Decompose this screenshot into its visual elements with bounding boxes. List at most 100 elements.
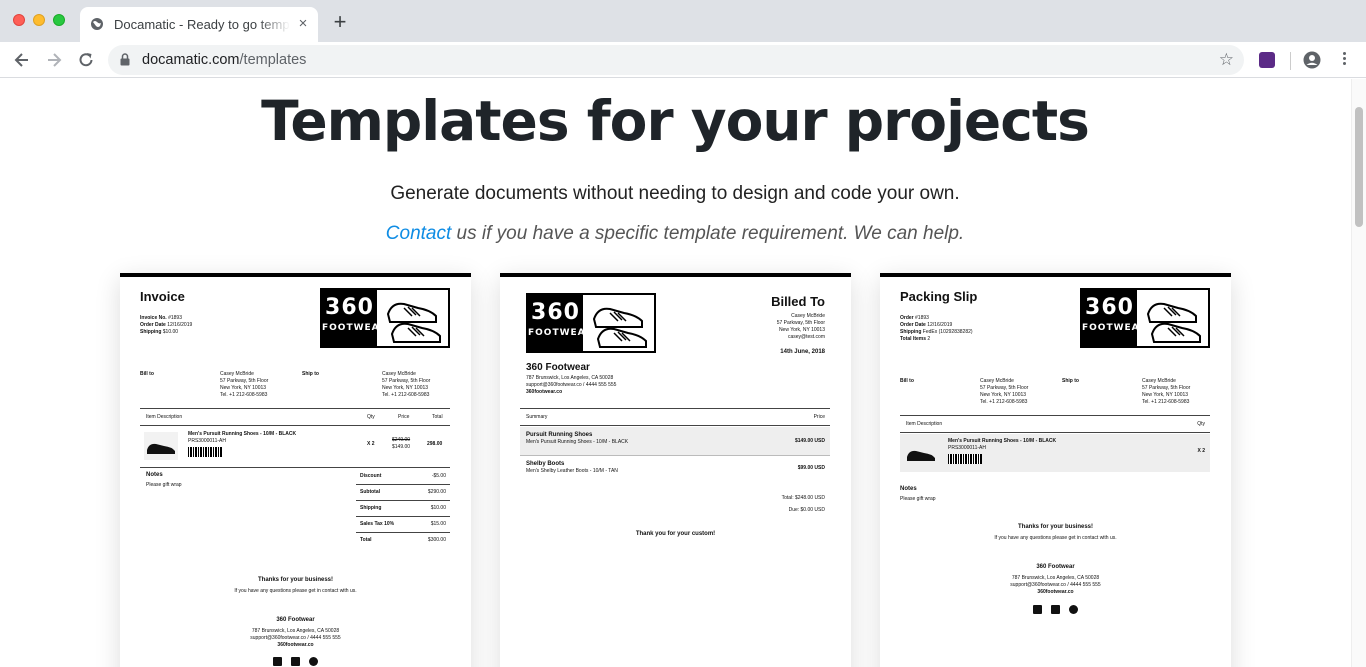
minimize-window-button[interactable] [33, 14, 45, 26]
notes-text: Please gift wrap [146, 482, 182, 488]
ship-to-label: Ship to [302, 371, 319, 377]
item-price: $249.00 $149.00 [392, 437, 411, 450]
ship-to-label: Ship to [1062, 378, 1079, 384]
item-qty: X 2 [1197, 448, 1205, 454]
logo-number: 360 [325, 295, 374, 320]
receipt-total: Total: $248.00 USD [781, 495, 825, 501]
close-tab-icon[interactable]: × [294, 15, 312, 33]
item-price-1: $149.00 USD [794, 438, 825, 444]
bill-to-address: Casey McBride 57 Parkway, 5th Floor New Yo… [980, 378, 1029, 405]
facebook-icon [1033, 605, 1042, 614]
divider [900, 415, 1210, 416]
shoes-icon [386, 302, 441, 343]
back-arrow-icon[interactable] [12, 50, 32, 70]
receipt-due: Due: $0.00 USD [788, 507, 825, 513]
company-details: 787 Brunswick, Los Angeles, CA 50028 supp… [250, 628, 341, 648]
shoes-icon [1146, 302, 1201, 343]
meta-value: #1893 [168, 315, 182, 321]
product-image [144, 432, 178, 460]
col-qty: Qty [1197, 421, 1205, 427]
reload-icon[interactable] [76, 50, 96, 70]
contact-link[interactable]: Contact [386, 223, 451, 244]
questions-text: If you have any questions please get in … [994, 535, 1117, 541]
forward-arrow-icon[interactable] [44, 50, 64, 70]
item-row-2: Shelby Boots Men's Shelby Leather Boots -… [526, 461, 618, 474]
col-price: Price [813, 414, 825, 420]
tab-strip: Docamatic - Ready to go templates × + [0, 0, 1366, 42]
twitter-icon [309, 657, 318, 666]
page-title: Templates for your projects [261, 89, 1090, 153]
divider [520, 425, 830, 426]
meta-label: Shipping [140, 329, 162, 335]
item-row-1: Pursuit Running Shoes Men's Pursuit Runni… [526, 432, 629, 445]
notes-label: Notes [146, 472, 163, 478]
new-tab-button[interactable]: + [330, 11, 350, 33]
col-price: Price [398, 414, 410, 420]
url-domain: docamatic.com [142, 52, 240, 68]
col-item-description: Item Description [906, 421, 943, 427]
tab-title: Docamatic - Ready to go templates [114, 17, 290, 32]
thanks-text: Thanks for your business! [1017, 524, 1093, 530]
ship-to-address: Casey McBride 57 Parkway, 5th Floor New Yo… [382, 371, 431, 398]
browser-menu-icon[interactable] [1336, 50, 1352, 70]
instagram-icon [291, 657, 300, 666]
browser-toolbar: docamatic.com/templates ☆ [0, 42, 1366, 78]
scrollbar[interactable] [1351, 79, 1366, 667]
col-summary: Summary [526, 414, 548, 420]
brand-logo: 360 FOOTWEAR [1080, 288, 1210, 348]
invoice-template-card[interactable]: Invoice Invoice No. #1893 Order Date 12/… [120, 273, 471, 667]
billed-to-title: Billed To [771, 294, 825, 309]
contact-line: Contact us if you have a specific templa… [0, 223, 1350, 245]
receipt-template-card[interactable]: 360 FOOTWEAR Billed To Casey McBride 57 Pa… [500, 273, 851, 667]
company-name: 360 Footwear [276, 617, 315, 623]
item-details: Men's Pursuit Running Shoes - 10/M - BLA… [948, 438, 1057, 451]
billed-to-address: Casey McBride 57 Parkway, 5th Floor New Yo… [776, 313, 825, 340]
active-tab[interactable]: Docamatic - Ready to go templates × [80, 7, 318, 42]
extension-icon[interactable] [1259, 52, 1275, 68]
page-subtitle: Generate documents without needing to de… [390, 183, 960, 204]
logo-number: 360 [1085, 295, 1134, 320]
item-qty: X 2 [367, 441, 375, 447]
divider [520, 455, 830, 456]
company-details: 787 Brunswick, Los Angeles, CA 50028 supp… [526, 375, 617, 395]
barcode [188, 447, 222, 457]
bill-to-label: Bill to [900, 378, 914, 384]
logo-word: FOOTWEAR [1082, 323, 1148, 333]
contact-text: us if you have a specific template requi… [451, 223, 965, 244]
address-bar[interactable]: docamatic.com/templates ☆ [108, 45, 1244, 75]
thanks-text: Thanks for your business! [257, 577, 333, 583]
meta-value: $10.00 [162, 329, 179, 335]
notes-label: Notes [900, 486, 917, 492]
meta-label: Invoice No. [140, 315, 167, 321]
shoes-icon [592, 307, 647, 348]
company-name: 360 Footwear [526, 362, 590, 373]
col-total: Total [432, 414, 443, 420]
brand-logo: 360 FOOTWEAR [526, 293, 656, 353]
bill-to-address: Casey McBride 57 Parkway, 5th Floor New Yo… [220, 371, 269, 398]
notes-text: Please gift wrap [900, 496, 936, 502]
profile-avatar-icon[interactable] [1303, 51, 1321, 69]
receipt-date: 14th June, 2018 [780, 349, 825, 355]
packing-meta: Order #1893 Order Date 12/16/2019 Shippi… [900, 315, 973, 342]
instagram-icon [1051, 605, 1060, 614]
toolbar-divider [1290, 52, 1291, 70]
item-price-2: $99.00 USD [797, 465, 825, 471]
logo-word: FOOTWEAR [528, 328, 594, 338]
maximize-window-button[interactable] [53, 14, 65, 26]
totals-block: Discount -$5.00 Subtotal $290.00 Shipping $… [356, 471, 450, 546]
lock-icon [120, 53, 130, 66]
twitter-icon [1069, 605, 1078, 614]
url-path: /templates [239, 52, 307, 68]
product-image [904, 439, 938, 467]
shoe-icon [147, 443, 175, 454]
close-window-button[interactable] [13, 14, 25, 26]
packing-slip-template-card[interactable]: Packing Slip Order #1893 Order Date 12/1… [880, 273, 1231, 667]
scrollbar-thumb[interactable] [1355, 107, 1363, 227]
bookmark-star-icon[interactable]: ☆ [1219, 50, 1234, 70]
meta-label: Order Date [140, 322, 166, 328]
logo-word: FOOTWEAR [322, 323, 388, 333]
divider [900, 432, 1210, 433]
company-name: 360 Footwear [1036, 564, 1075, 570]
invoice-title: Invoice [140, 289, 185, 304]
item-total: 298.00 [427, 441, 443, 447]
